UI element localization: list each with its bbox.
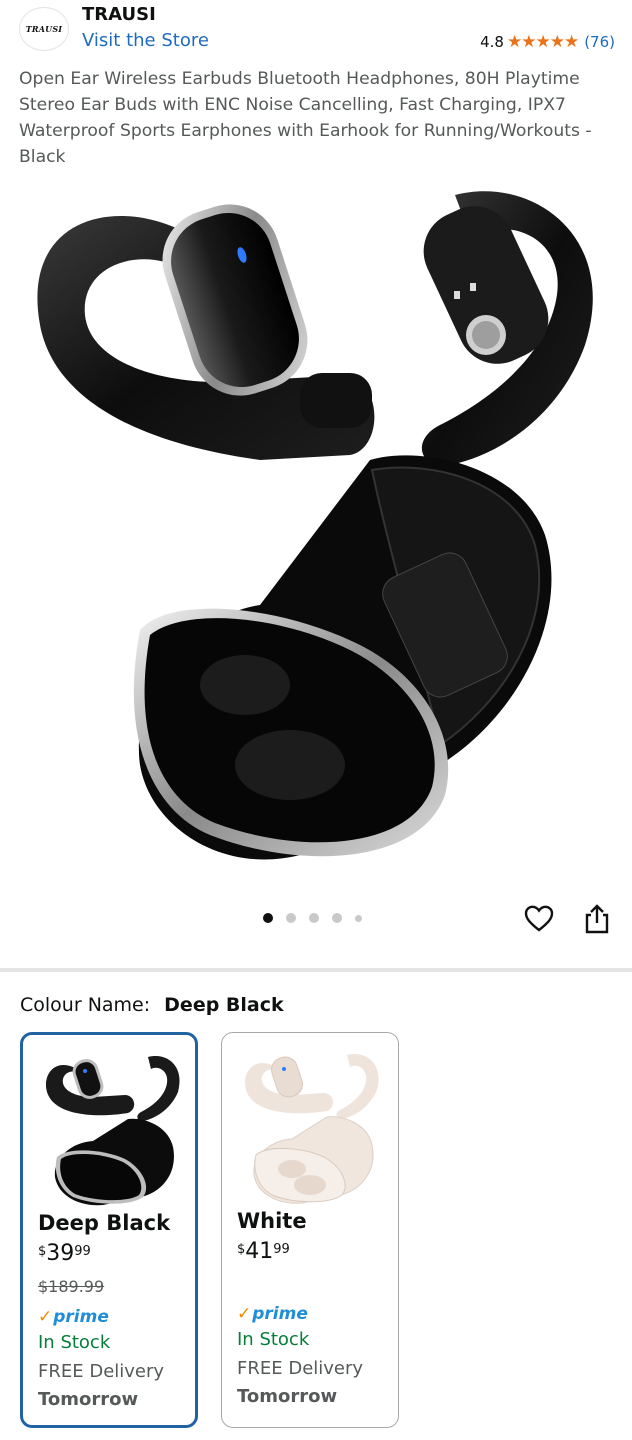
- store-logo[interactable]: TRAUSI: [19, 7, 69, 51]
- rating-count[interactable]: (76): [584, 33, 615, 51]
- price-symbol: $: [38, 1244, 47, 1259]
- share-icon[interactable]: [583, 903, 611, 935]
- star-icon: ★: [521, 31, 536, 52]
- carousel-dot-active[interactable]: [263, 913, 273, 923]
- carousel-dot[interactable]: [355, 914, 362, 922]
- swatch-was-price: $189.99: [38, 1277, 105, 1296]
- prime-badge: ✓ prime: [237, 1304, 308, 1324]
- visit-store-link[interactable]: Visit the Store: [82, 30, 209, 51]
- swatch-price: $41 99: [237, 1239, 290, 1265]
- image-carousel-dots[interactable]: [263, 913, 362, 923]
- star-icon: ★: [506, 31, 522, 52]
- product-image[interactable]: [0, 175, 632, 880]
- prime-check-icon: ✓: [38, 1307, 53, 1327]
- star-rating: ★ ★ ★ ★ ★: [506, 31, 579, 52]
- prime-label: prime: [53, 1307, 109, 1327]
- swatch-deep-black[interactable]: Deep Black $39 99 $189.99 ✓ prime In Stock…: [20, 1032, 198, 1428]
- price-fraction: 99: [74, 1244, 91, 1259]
- colour-label: Colour Name:: [20, 994, 151, 1016]
- price-whole: 39: [46, 1241, 75, 1266]
- delivery-day: Tomorrow: [237, 1386, 338, 1407]
- swatch-thumbnail: [45, 1056, 180, 1206]
- swatch-thumbnail: [244, 1054, 379, 1204]
- heart-icon[interactable]: [524, 904, 554, 934]
- star-icon: ★: [549, 31, 565, 52]
- price-fraction: 99: [273, 1242, 290, 1257]
- prime-badge: ✓ prime: [38, 1307, 109, 1327]
- prime-label: prime: [252, 1304, 308, 1324]
- delivery-day: Tomorrow: [38, 1389, 139, 1410]
- price-whole: 41: [245, 1239, 274, 1264]
- delivery-label: FREE Delivery: [237, 1358, 364, 1379]
- colour-selected-value: Deep Black: [164, 994, 284, 1016]
- swatch-name: Deep Black: [38, 1211, 171, 1235]
- stock-status: In Stock: [38, 1332, 111, 1353]
- product-title: Open Ear Wireless Earbuds Bluetooth Head…: [19, 69, 592, 167]
- prime-check-icon: ✓: [237, 1304, 252, 1324]
- swatch-white[interactable]: White $41 99 ✓ prime In Stock FREE Deliver…: [221, 1032, 399, 1428]
- carousel-dot[interactable]: [309, 913, 319, 923]
- delivery-label: FREE Delivery: [38, 1361, 165, 1382]
- swatch-price: $39 99: [38, 1241, 91, 1267]
- star-icon: ★: [535, 31, 550, 52]
- colour-selection-label: Colour Name: Deep Black: [20, 994, 284, 1016]
- stock-status: In Stock: [237, 1329, 310, 1350]
- carousel-dot[interactable]: [286, 913, 296, 923]
- price-symbol: $: [237, 1242, 246, 1257]
- carousel-dot[interactable]: [332, 913, 342, 923]
- section-divider: [0, 968, 632, 972]
- rating-summary[interactable]: 4.8 ★ ★ ★ ★ ★ (76): [480, 33, 615, 51]
- store-name[interactable]: TRAUSI: [82, 4, 156, 25]
- rating-value: 4.8: [480, 33, 504, 51]
- star-icon: ★: [563, 31, 579, 52]
- store-logo-text: TRAUSI: [25, 24, 63, 34]
- swatch-name: White: [237, 1209, 307, 1233]
